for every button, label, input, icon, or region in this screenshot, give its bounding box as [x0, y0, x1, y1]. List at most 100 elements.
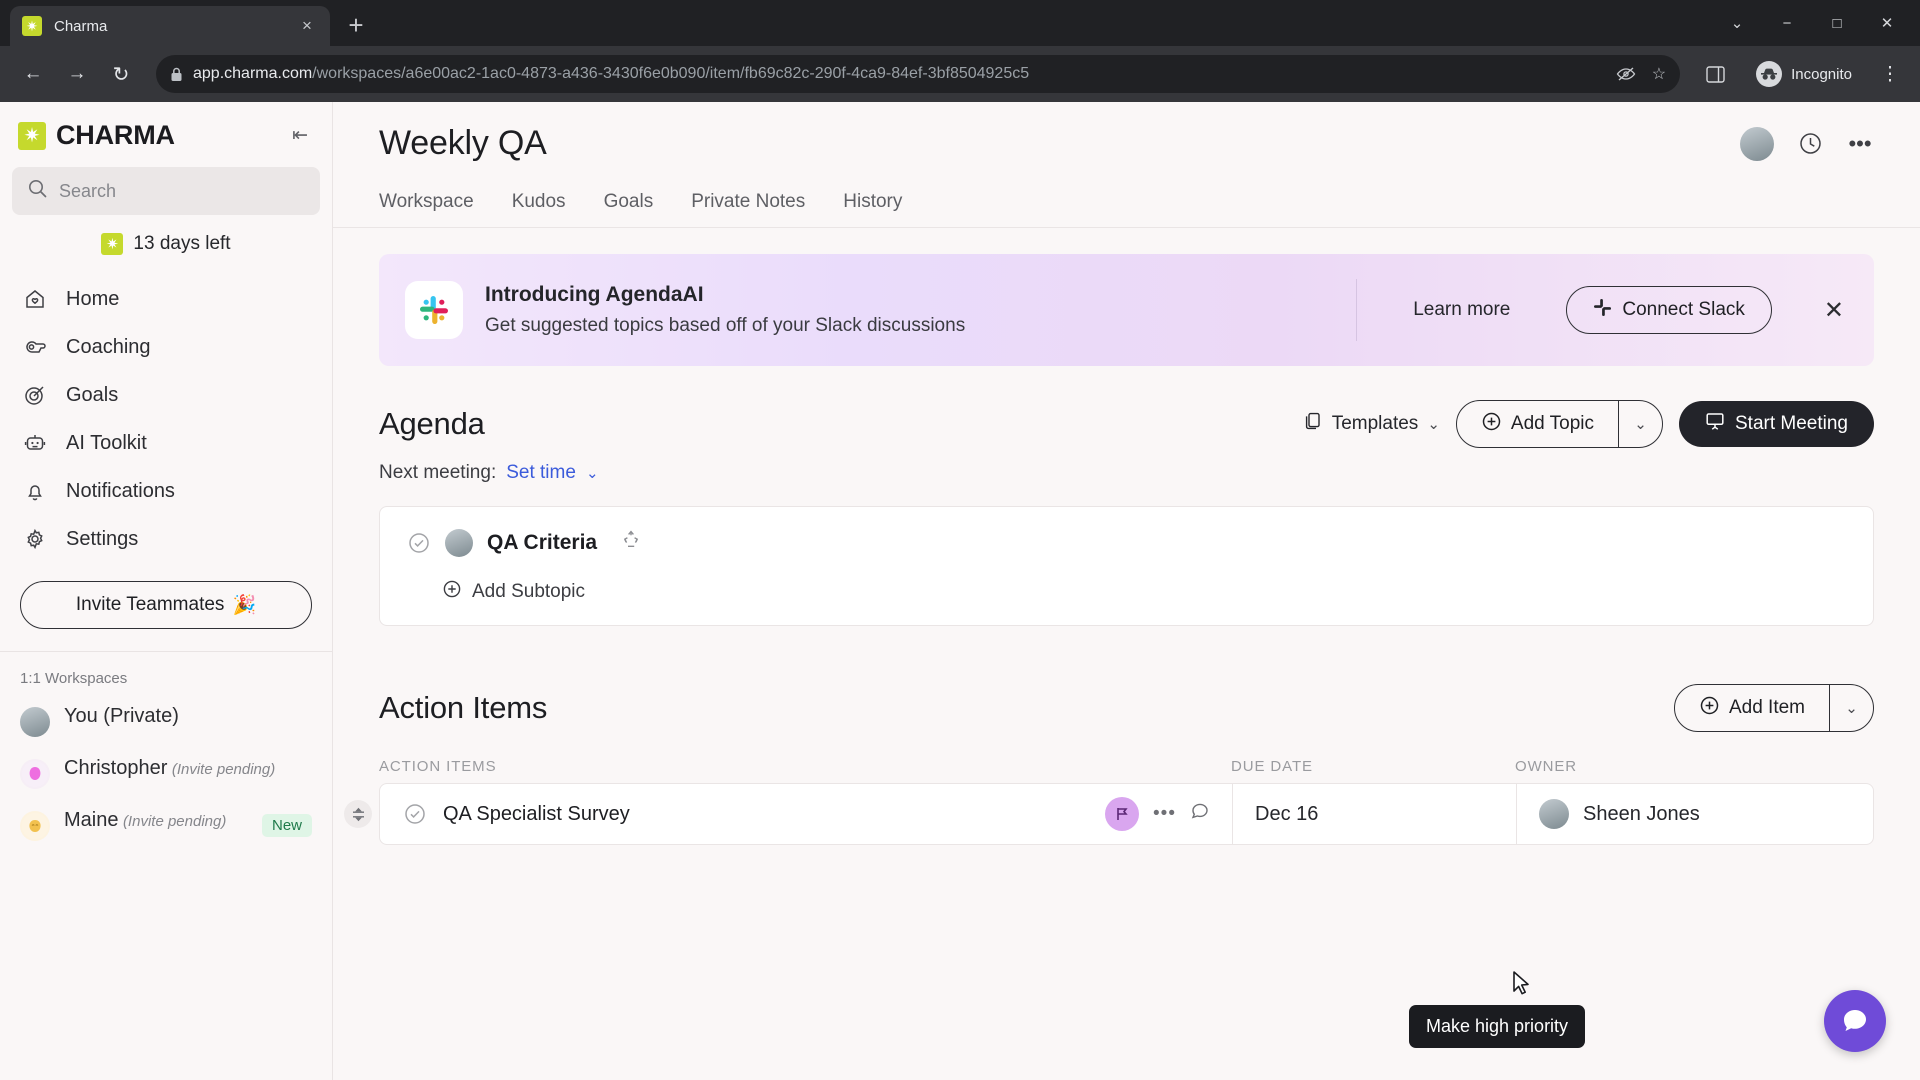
sidebar-item-settings[interactable]: Settings [0, 515, 332, 563]
side-panel-icon[interactable] [1696, 55, 1734, 93]
lock-icon [170, 67, 183, 82]
browser-menu-icon[interactable]: ⋮ [1874, 58, 1906, 90]
sidebar-item-ai-toolkit[interactable]: AI Toolkit [0, 419, 332, 467]
back-icon[interactable]: ← [14, 55, 52, 93]
set-time-link[interactable]: Set time [506, 462, 576, 484]
new-tab-button[interactable]: + [338, 7, 374, 43]
window-controls: ⌄ − □ ✕ [1714, 0, 1920, 46]
url-host: app.charma.com [193, 65, 313, 82]
brand-logo[interactable]: ✷ CHARMA ⇤ [0, 102, 332, 161]
workspace-name: Maine [64, 809, 119, 831]
add-item-button[interactable]: Add Item [1675, 685, 1829, 731]
avatar [1539, 799, 1569, 829]
tab-goals[interactable]: Goals [604, 191, 654, 227]
maximize-icon[interactable]: □ [1814, 3, 1860, 43]
reload-icon[interactable]: ↻ [102, 55, 140, 93]
table-row[interactable]: QA Specialist Survey ••• Dec 16 Sheen Jo… [379, 783, 1874, 845]
comment-icon[interactable] [1190, 801, 1210, 827]
workspace-status: (Invite pending) [122, 813, 227, 830]
tab-kudos[interactable]: Kudos [512, 191, 566, 227]
tab-workspace[interactable]: Workspace [379, 191, 474, 227]
bell-icon [22, 478, 48, 504]
target-icon [22, 382, 48, 408]
mouse-cursor [1509, 970, 1531, 998]
add-subtopic-button[interactable]: Add Subtopic [442, 579, 1847, 605]
add-topic-label: Add Topic [1510, 413, 1594, 434]
sidebar: ✷ CHARMA ⇤ ✷ 13 days left Home [0, 102, 333, 1080]
action-item-cell-title: QA Specialist Survey ••• [380, 784, 1232, 844]
agenda-title: Agenda [379, 406, 485, 441]
trial-status: ✷ 13 days left [0, 215, 332, 269]
sidebar-item-label: Notifications [66, 479, 175, 502]
forward-icon[interactable]: → [58, 55, 96, 93]
action-item-cell-due-date[interactable]: Dec 16 [1232, 784, 1516, 844]
sidebar-nav: Home Coaching Goals AI Toolkit Notificat… [0, 269, 332, 563]
topic-row[interactable]: QA Criteria [406, 529, 1847, 557]
action-item-cell-owner[interactable]: Sheen Jones [1516, 784, 1873, 844]
close-icon[interactable]: × [296, 15, 318, 37]
drag-handle[interactable] [344, 800, 372, 828]
browser-toolbar: ← → ↻ app.charma.com/workspaces/a6e00ac2… [0, 46, 1920, 102]
new-badge: New [261, 813, 312, 837]
add-topic-dropdown-button[interactable]: ⌄ [1618, 401, 1662, 447]
workspace-name: Christopher [64, 757, 168, 779]
avatar[interactable] [1740, 126, 1774, 161]
incognito-icon [1756, 61, 1783, 87]
add-topic-button[interactable]: Add Topic [1457, 401, 1618, 447]
recurring-icon[interactable] [621, 530, 641, 556]
learn-more-link[interactable]: Learn more [1379, 299, 1544, 321]
workspace-item-you[interactable]: You (Private) [0, 695, 332, 747]
action-item-tools: ••• [1105, 797, 1210, 831]
search-input[interactable] [59, 180, 304, 202]
avatar [20, 707, 50, 737]
intercom-messenger-button[interactable] [1824, 990, 1886, 1052]
sidebar-item-notifications[interactable]: Notifications [0, 467, 332, 515]
collapse-sidebar-icon[interactable]: ⇤ [286, 120, 314, 151]
close-window-icon[interactable]: ✕ [1864, 3, 1910, 43]
connect-slack-label: Connect Slack [1622, 299, 1745, 320]
minimize-icon[interactable]: − [1764, 3, 1810, 43]
avatar [20, 759, 50, 789]
priority-flag-icon[interactable] [1105, 797, 1140, 831]
workspace-item-maine[interactable]: Maine (Invite pending) New [0, 799, 332, 851]
action-items-actions: Add Item ⌄ [1673, 684, 1874, 732]
add-topic-split-button: Add Topic ⌄ [1455, 400, 1663, 448]
tab-private-notes[interactable]: Private Notes [691, 191, 805, 227]
browser-tab[interactable]: ✷ Charma × [10, 6, 330, 46]
chevron-down-icon[interactable]: ⌄ [586, 464, 599, 482]
add-item-dropdown-button[interactable]: ⌄ [1829, 685, 1873, 731]
tab-history[interactable]: History [843, 191, 902, 227]
more-options-icon[interactable]: ••• [1846, 130, 1874, 158]
start-meeting-button[interactable]: Start Meeting [1679, 401, 1874, 447]
agenda-actions: Templates ⌄ Add Topic ⌄ Start Meeting [1303, 400, 1874, 448]
more-options-icon[interactable]: ••• [1153, 803, 1176, 825]
bookmark-star-icon[interactable]: ☆ [1652, 64, 1666, 84]
check-circle-icon[interactable] [402, 802, 427, 827]
page-title: Weekly QA [379, 124, 547, 162]
workspace-text: Christopher (Invite pending) [64, 757, 312, 780]
sidebar-item-coaching[interactable]: Coaching [0, 323, 332, 371]
clock-icon[interactable] [1796, 130, 1824, 158]
brand-name: CHARMA [56, 120, 175, 150]
templates-button[interactable]: Templates ⌄ [1303, 411, 1440, 437]
topic-name: QA Criteria [487, 531, 598, 554]
invite-teammates-button[interactable]: Invite Teammates 🎉 [20, 581, 312, 629]
whistle-icon [22, 334, 48, 360]
sidebar-item-home[interactable]: Home [0, 275, 332, 323]
close-icon[interactable]: ✕ [1824, 296, 1844, 325]
add-subtopic-label: Add Subtopic [472, 581, 586, 602]
check-circle-icon[interactable] [406, 531, 431, 556]
workspace-item-christopher[interactable]: Christopher (Invite pending) [0, 747, 332, 799]
action-items-table: QA Specialist Survey ••• Dec 16 Sheen Jo… [344, 783, 1874, 845]
address-bar[interactable]: app.charma.com/workspaces/a6e00ac2-1ac0-… [156, 55, 1681, 93]
sidebar-item-goals[interactable]: Goals [0, 371, 332, 419]
next-meeting-row: Next meeting: Set time ⌄ [379, 462, 1874, 484]
avatar [445, 529, 473, 557]
incognito-profile-chip[interactable]: Incognito [1746, 57, 1862, 91]
connect-slack-button[interactable]: Connect Slack [1566, 286, 1772, 334]
eye-off-icon[interactable] [1616, 66, 1636, 82]
chevron-down-icon[interactable]: ⌄ [1714, 3, 1760, 43]
workspaces-heading: 1:1 Workspaces [20, 670, 128, 687]
search-box[interactable] [12, 167, 320, 215]
sidebar-item-label: Home [66, 287, 120, 310]
